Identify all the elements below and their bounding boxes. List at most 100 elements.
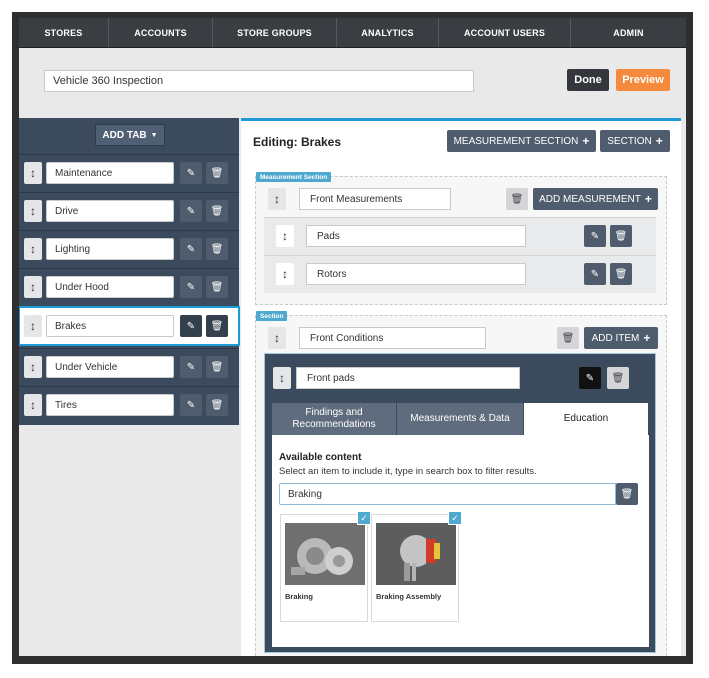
item-name-input[interactable]: Front pads [296,367,520,389]
add-tab-label: ADD TAB [102,129,147,141]
pencil-icon[interactable]: ✎ [579,367,601,389]
vertical-arrow-icon[interactable]: ↕ [24,356,42,378]
trash-icon[interactable]: 🗑 [206,162,228,184]
pencil-icon[interactable]: ✎ [584,263,606,285]
add-measurement-label: ADD MEASUREMENT [539,193,641,205]
trash-icon[interactable]: 🗑 [206,356,228,378]
vertical-arrow-icon[interactable]: ↕ [24,238,42,260]
vertical-arrow-icon[interactable]: ↕ [24,276,42,298]
trash-icon[interactable]: 🗑 [616,483,638,505]
pencil-icon[interactable]: ✎ [584,225,606,247]
tab-measurements-data[interactable]: Measurements & Data [397,403,524,435]
trash-icon[interactable]: 🗑 [506,188,528,210]
pencil-icon[interactable]: ✎ [180,238,202,260]
measurement-name-input[interactable]: Pads [306,225,526,247]
caret-down-icon: ▼ [150,131,158,139]
vertical-arrow-icon[interactable]: ↕ [24,315,42,337]
add-item-button[interactable]: ADD ITEM + [584,327,658,349]
vertical-arrow-icon[interactable]: ↕ [276,263,294,285]
tab-name-input[interactable]: Drive [46,200,174,222]
section-name-input[interactable]: Front Measurements [299,188,451,210]
vertical-arrow-icon[interactable]: ↕ [268,188,286,210]
checkmark-icon[interactable]: ✓ [357,511,371,525]
braking-thumbnail [285,523,365,585]
tab-name-input[interactable]: Tires [46,394,174,416]
education-content: Available content Select an item to incl… [272,435,649,647]
pencil-icon[interactable]: ✎ [180,394,202,416]
app-window: STORES ACCOUNTS STORE GROUPS ANALYTICS A… [19,18,686,656]
content-card-label: Braking [285,592,313,601]
tab-name-input[interactable]: Maintenance [46,162,174,184]
nav-accounts[interactable]: ACCOUNTS [109,18,213,47]
add-measurement-button[interactable]: ADD MEASUREMENT + [533,188,658,210]
tab-name-input[interactable]: Lighting [46,238,174,260]
inspection-title-input[interactable] [44,70,474,92]
vertical-arrow-icon[interactable]: ↕ [273,367,291,389]
tab-row-under-vehicle[interactable]: ↕ Under Vehicle ✎ 🗑 [19,348,239,386]
vertical-arrow-icon[interactable]: ↕ [24,200,42,222]
trash-icon[interactable]: 🗑 [607,367,629,389]
checkmark-icon[interactable]: ✓ [448,511,462,525]
measurement-section: Measurement Section ↕ Front Measurements… [255,172,667,305]
available-content-help: Select an item to include it, type in se… [279,466,537,477]
measurement-row-rotors[interactable]: ↕ Rotors ✎ 🗑 [264,255,656,293]
vertical-arrow-icon[interactable]: ↕ [276,225,294,247]
editor-panel: Editing: Brakes MEASUREMENT SECTION + SE… [241,118,681,656]
tab-row-maintenance[interactable]: ↕ Maintenance ✎ 🗑 [19,154,239,192]
tab-list-panel: ADD TAB ▼ ↕ Maintenance ✎ 🗑 ↕ Drive ✎ 🗑 … [19,118,240,425]
content-card-braking[interactable]: Braking ✓ [280,511,371,622]
editing-title: Editing: Brakes [253,135,342,149]
preview-button[interactable]: Preview [616,69,670,91]
tab-findings[interactable]: Findings and Recommendations [272,403,397,435]
vertical-arrow-icon[interactable]: ↕ [268,327,286,349]
tab-row-brakes[interactable]: ↕ Brakes ✎ 🗑 [19,306,240,346]
tab-name-input[interactable]: Brakes [46,315,174,337]
nav-analytics[interactable]: ANALYTICS [337,18,439,47]
nav-admin[interactable]: ADMIN [571,18,686,47]
measurement-section-label: MEASUREMENT SECTION [453,135,579,147]
tab-row-tires[interactable]: ↕ Tires ✎ 🗑 [19,386,239,424]
nav-account-users[interactable]: ACCOUNT USERS [439,18,571,47]
section-label: SECTION [607,135,652,147]
content-search-input[interactable]: Braking [279,483,616,505]
pencil-icon[interactable]: ✎ [180,276,202,298]
trash-icon[interactable]: 🗑 [206,200,228,222]
tab-education[interactable]: Education [524,403,649,435]
tab-row-lighting[interactable]: ↕ Lighting ✎ 🗑 [19,230,239,268]
section-type-badge: Section [256,311,288,321]
trash-icon[interactable]: 🗑 [206,394,228,416]
add-section-button[interactable]: SECTION + [600,130,670,152]
trash-icon[interactable]: 🗑 [206,315,228,337]
trash-icon[interactable]: 🗑 [206,238,228,260]
trash-icon[interactable]: 🗑 [610,225,632,247]
nav-stores[interactable]: STORES [19,18,109,47]
pencil-icon[interactable]: ✎ [180,200,202,222]
measurement-row-pads[interactable]: ↕ Pads ✎ 🗑 [264,217,656,255]
top-nav: STORES ACCOUNTS STORE GROUPS ANALYTICS A… [19,18,686,48]
nav-store-groups[interactable]: STORE GROUPS [213,18,337,47]
add-item-label: ADD ITEM [591,332,640,344]
content-card-braking-assembly[interactable]: Braking Assembly ✓ [371,511,462,622]
tab-row-under-hood[interactable]: ↕ Under Hood ✎ 🗑 [19,268,239,306]
pencil-icon[interactable]: ✎ [180,356,202,378]
section-name-input[interactable]: Front Conditions [299,327,486,349]
vertical-arrow-icon[interactable]: ↕ [24,394,42,416]
measurement-name-input[interactable]: Rotors [306,263,526,285]
tab-name-input[interactable]: Under Vehicle [46,356,174,378]
section-type-badge: Measurement Section [256,172,332,182]
trash-icon[interactable]: 🗑 [557,327,579,349]
vertical-arrow-icon[interactable]: ↕ [24,162,42,184]
item-editor: ↕ Front pads ✎ 🗑 Findings and Recommenda… [264,353,656,653]
pencil-icon[interactable]: ✎ [180,162,202,184]
available-content-title: Available content [279,452,362,463]
trash-icon[interactable]: 🗑 [610,263,632,285]
tab-name-input[interactable]: Under Hood [46,276,174,298]
trash-icon[interactable]: 🗑 [206,276,228,298]
add-measurement-section-button[interactable]: MEASUREMENT SECTION + [447,130,596,152]
add-tab-button[interactable]: ADD TAB ▼ [95,124,165,146]
pencil-icon[interactable]: ✎ [180,315,202,337]
plus-icon: + [643,331,651,345]
done-button[interactable]: Done [567,69,609,91]
plus-icon: + [582,134,590,148]
tab-row-drive[interactable]: ↕ Drive ✎ 🗑 [19,192,239,230]
